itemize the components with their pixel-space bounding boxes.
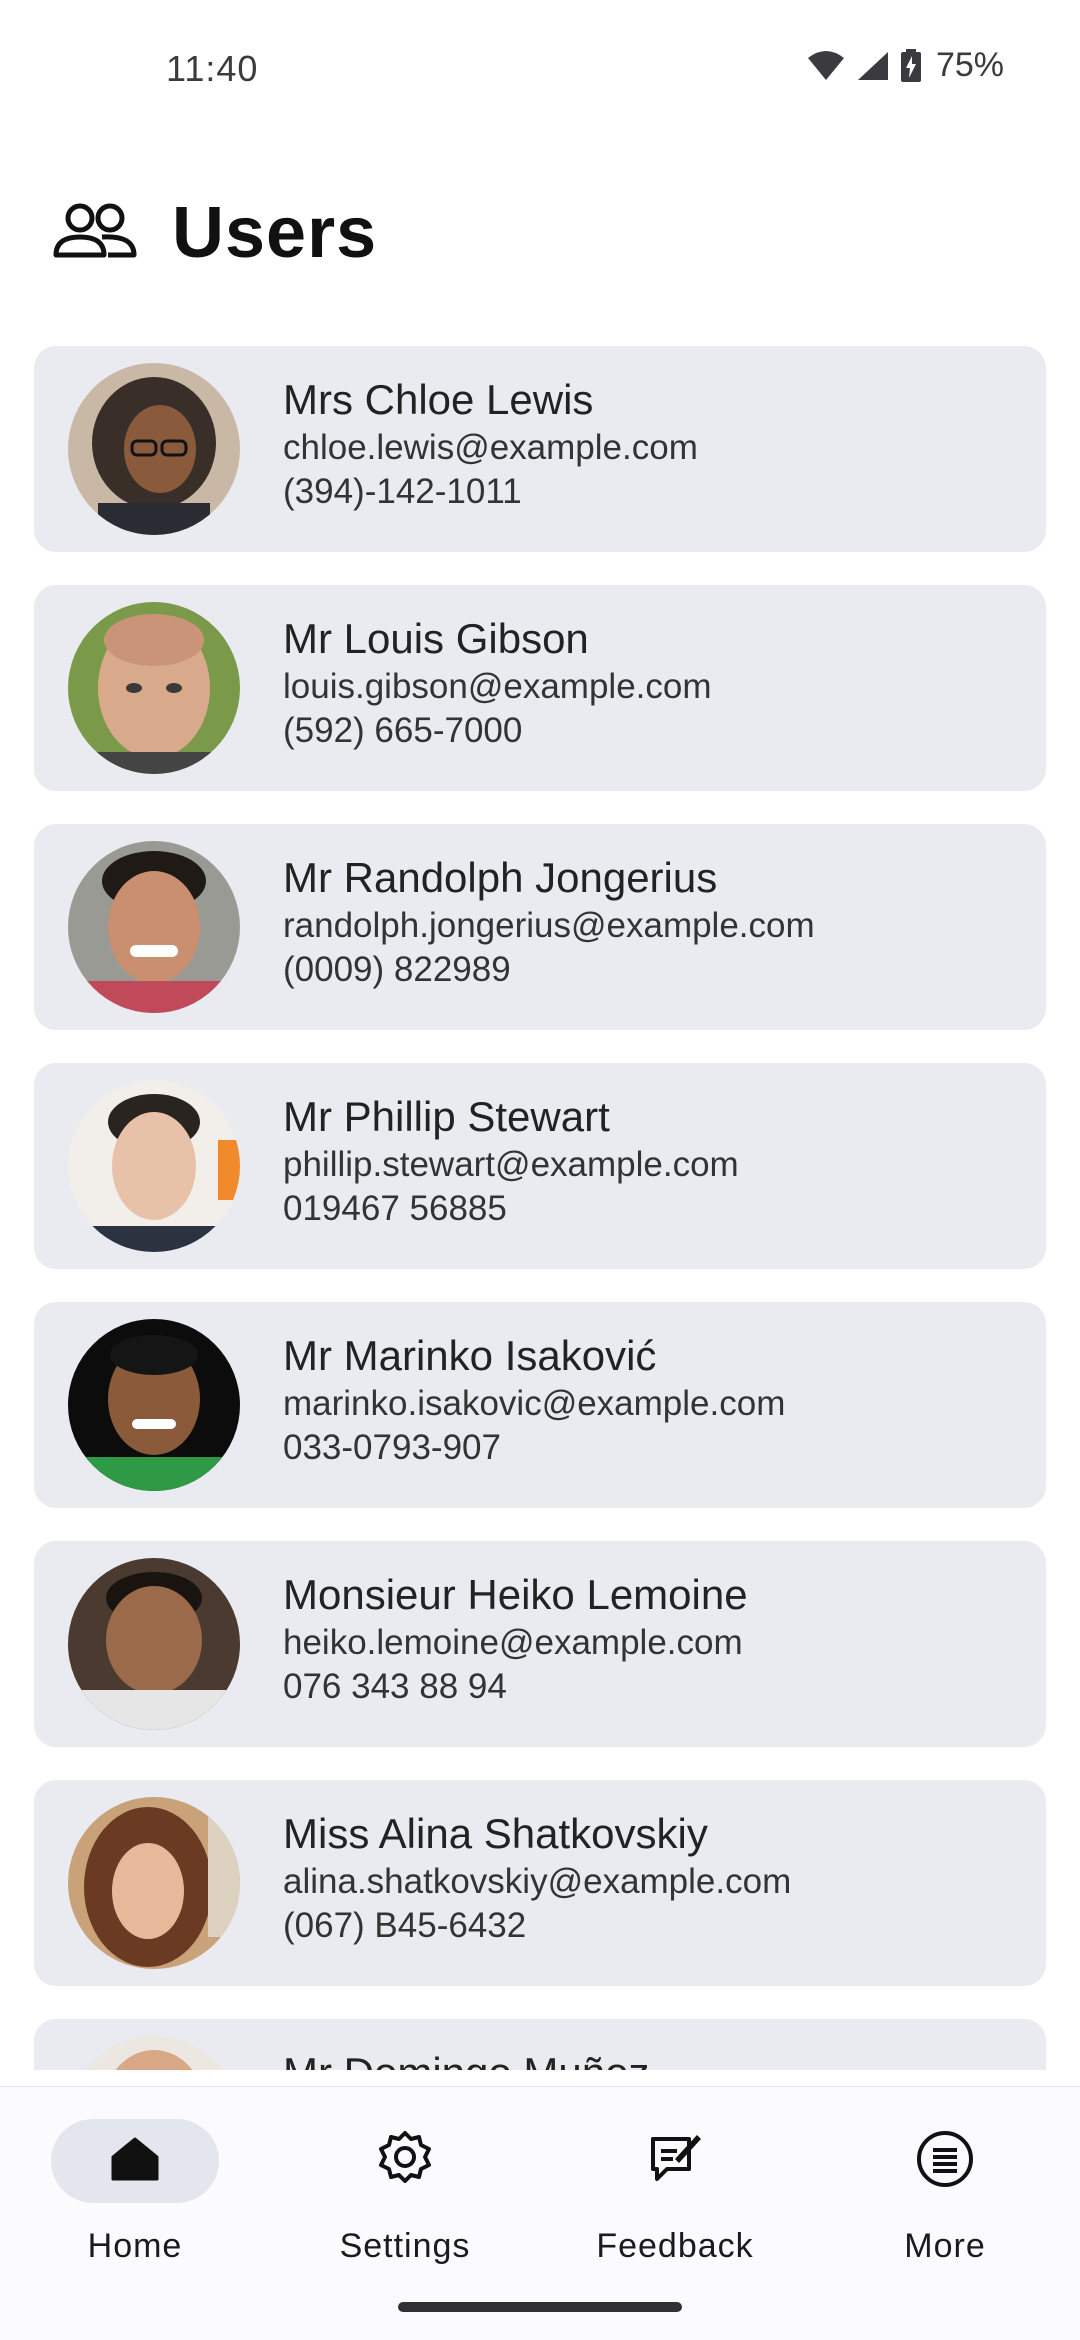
user-phone: 076 343 88 94 [283,1667,507,1706]
user-card[interactable]: Miss Alina Shatkovskiy alina.shatkovskiy… [34,1780,1046,1986]
user-card[interactable]: Mr Domingo Muñoz [34,2019,1046,2070]
user-email: phillip.stewart@example.com [283,1145,739,1184]
home-icon [109,2135,161,2188]
nav-home-indicator[interactable] [51,2119,219,2203]
more-list-icon [915,2129,975,2194]
user-card[interactable]: Mr Phillip Stewart phillip.stewart@examp… [34,1063,1046,1269]
page-title: Users [172,193,378,273]
users-icon [52,201,138,266]
user-phone: (067) B45-6432 [283,1906,527,1945]
battery-charging-icon [900,48,922,83]
user-card[interactable]: Monsieur Heiko Lemoine heiko.lemoine@exa… [34,1541,1046,1747]
user-card[interactable]: Mr Louis Gibson louis.gibson@example.com… [34,585,1046,791]
avatar [68,1319,240,1491]
nav-more[interactable]: More [810,2119,1080,2279]
status-time: 11:40 [166,48,259,89]
user-name: Mrs Chloe Lewis [283,376,594,423]
status-bar: 11:40 75% [0,0,1080,140]
user-phone: (0009) 822989 [283,950,511,989]
user-phone: 019467 56885 [283,1189,507,1228]
user-name: Mr Domingo Muñoz [283,2047,649,2070]
user-name: Mr Louis Gibson [283,615,589,662]
user-email: alina.shatkovskiy@example.com [283,1862,792,1901]
avatar [68,602,240,774]
user-name: Miss Alina Shatkovskiy [283,1810,708,1857]
user-email: chloe.lewis@example.com [283,428,698,467]
avatar [68,2036,240,2070]
nav-settings-label: Settings [339,2227,471,2265]
gear-icon [375,2129,435,2194]
feedback-icon [645,2129,705,2194]
users-list[interactable]: Mrs Chloe Lewis chloe.lewis@example.com … [34,346,1046,2070]
user-phone: 033-0793-907 [283,1428,501,1467]
user-card[interactable]: Mr Randolph Jongerius randolph.jongerius… [34,824,1046,1030]
nav-more-label: More [904,2227,986,2265]
user-email: louis.gibson@example.com [283,667,712,706]
avatar [68,1080,240,1252]
user-name: Monsieur Heiko Lemoine [283,1571,748,1618]
user-email: randolph.jongerius@example.com [283,906,815,945]
user-card[interactable]: Mrs Chloe Lewis chloe.lewis@example.com … [34,346,1046,552]
battery-percent: 75% [935,46,1004,84]
gesture-home-indicator[interactable] [398,2302,682,2312]
user-email: heiko.lemoine@example.com [283,1623,743,1662]
avatar [68,1558,240,1730]
nav-home[interactable]: Home [0,2119,270,2279]
status-icons: 75% [806,46,1004,85]
user-name: Mr Marinko Isaković [283,1332,657,1379]
avatar [68,1797,240,1969]
avatar [68,841,240,1013]
user-phone: (394)-142-1011 [283,472,522,511]
nav-feedback[interactable]: Feedback [540,2119,810,2279]
user-name: Mr Randolph Jongerius [283,854,718,901]
nav-feedback-label: Feedback [596,2227,754,2265]
nav-settings[interactable]: Settings [270,2119,540,2279]
user-email: marinko.isakovic@example.com [283,1384,786,1423]
signal-icon [856,50,890,82]
nav-home-label: Home [87,2227,183,2265]
wifi-icon [806,50,846,82]
user-phone: (592) 665-7000 [283,711,523,750]
page-header: Users [52,188,377,278]
user-card[interactable]: Mr Marinko Isaković marinko.isakovic@exa… [34,1302,1046,1508]
user-name: Mr Phillip Stewart [283,1093,610,1140]
avatar [68,363,240,535]
